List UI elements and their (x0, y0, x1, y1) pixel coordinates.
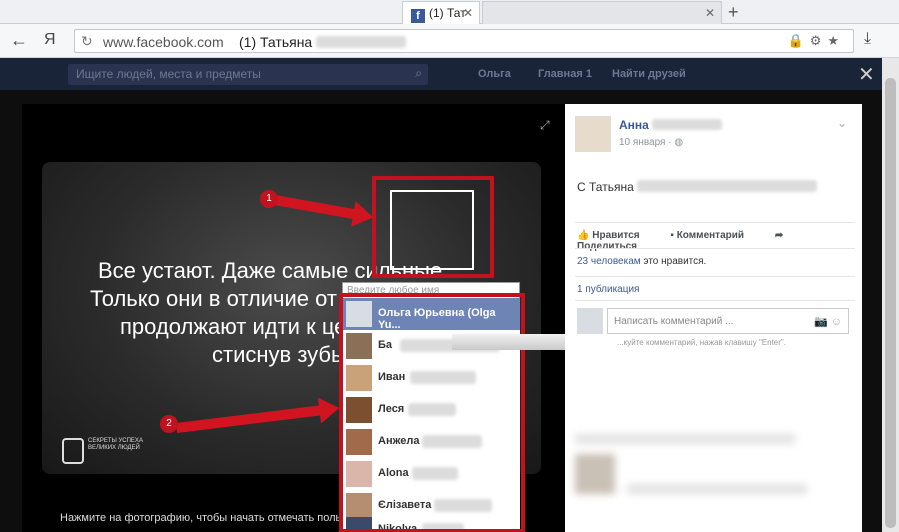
page-scrollbar[interactable] (882, 58, 899, 532)
yandex-button[interactable]: Я (44, 31, 56, 49)
avatar[interactable] (575, 116, 611, 152)
tab-inactive[interactable]: ✕ (482, 1, 722, 24)
site-logo (62, 438, 84, 464)
browser-tabstrip: f (1) Тат ✕ ✕ + (0, 0, 899, 24)
nav-find-friends[interactable]: Найти друзей (612, 68, 686, 80)
chevron-down-icon[interactable]: ⌄ (837, 116, 847, 130)
divider (575, 276, 855, 277)
annotation-badge-2: 2 (160, 415, 178, 433)
expand-icon[interactable]: ⤢ (540, 118, 550, 133)
url-text: www.facebook.com (103, 34, 224, 50)
quote-line: продолжают идти к цели, (120, 314, 377, 339)
comment-hint: ...куйте комментарий, нажав клавишу "Ent… (617, 338, 786, 347)
star-icon: ★ (827, 33, 845, 48)
avatar (346, 301, 372, 327)
tag-box[interactable] (390, 190, 474, 270)
suggestion-item[interactable]: Ольга Юрьевна (Olga Yu... (342, 298, 520, 331)
nav-user[interactable]: Ольга (478, 68, 511, 80)
post-author[interactable]: Анна (619, 118, 723, 132)
post-panel: Анна 10 января · ◍ ⌄ С Татьяна 👍 Нравитс… (565, 104, 862, 532)
nav-home[interactable]: Главная 1 (538, 68, 592, 80)
post-date[interactable]: 10 января · ◍ (619, 137, 683, 148)
scrollbar-thumb[interactable] (885, 78, 896, 528)
quote-line: стиснув зубы. (212, 342, 353, 367)
facebook-icon: f (411, 9, 425, 23)
likes-link[interactable]: 23 человекам (577, 256, 641, 267)
suggestion-item[interactable]: Alona (342, 458, 520, 490)
like-button[interactable]: 👍 Нравится (577, 230, 654, 241)
facebook-search-input[interactable]: Ищите людей, места и предметы ⌕ (68, 64, 428, 85)
post-text: С Татьяна (577, 180, 818, 194)
logo-text: СЕКРЕТЫ УСПЕХА ВЕЛИКИХ ЛЮДЕЙ (88, 438, 143, 451)
address-icons: 🔒⚙★ (788, 33, 846, 49)
lock-icon: 🔒 (787, 33, 810, 48)
suggestion-item[interactable]: Анжела (342, 426, 520, 458)
camera-icon[interactable]: 📷 ☺ (814, 315, 842, 328)
download-icon[interactable]: ⤓ (864, 30, 871, 48)
search-icon[interactable]: ⌕ (415, 66, 422, 81)
tab-close-icon[interactable]: ✕ (463, 6, 473, 20)
browser-toolbar: ← Я ↻ www.facebook.com (1) Татьяна 🔒⚙★ ⤓ (0, 24, 899, 58)
tab-close-icon[interactable]: ✕ (705, 6, 715, 20)
address-bar[interactable]: ↻ www.facebook.com (1) Татьяна 🔒⚙★ (74, 29, 854, 53)
avatar (346, 461, 372, 487)
comment-input[interactable]: Написать комментарий ... 📷 ☺ (607, 308, 849, 334)
suggestion-item[interactable]: Nikolya (342, 514, 520, 532)
annotation-badge-1: 1 (260, 190, 278, 208)
new-tab-button[interactable]: + (728, 2, 739, 23)
tab-facebook[interactable]: f (1) Тат ✕ (402, 1, 480, 24)
page-title: (1) Татьяна (239, 34, 407, 50)
avatar (346, 517, 372, 532)
facebook-header: Ищите людей, места и предметы ⌕ Ольга Гл… (0, 58, 899, 90)
search-placeholder: Ищите людей, места и предметы (76, 67, 261, 81)
close-icon[interactable]: ✕ (858, 62, 875, 87)
divider (575, 222, 855, 223)
back-arrow-icon[interactable]: ← (10, 30, 28, 51)
suggestion-item[interactable]: Иван (342, 362, 520, 394)
avatar (346, 397, 372, 423)
avatar (577, 308, 603, 334)
shares-link[interactable]: 1 публикация (577, 284, 639, 295)
divider (575, 300, 855, 301)
globe-icon: ◍ (674, 137, 684, 148)
avatar (346, 333, 372, 359)
comment-button[interactable]: ▪ Комментарий (670, 230, 758, 241)
blurred-content (575, 424, 855, 524)
tab-label: (1) Тат (429, 6, 466, 20)
avatar (346, 365, 372, 391)
avatar (346, 429, 372, 455)
reload-icon[interactable]: ↻ (81, 33, 93, 50)
suggestion-item[interactable]: Леся (342, 394, 520, 426)
settings-icon: ⚙ (809, 33, 828, 48)
likes-summary: 23 человекам это нравится. (577, 256, 707, 267)
divider (575, 248, 855, 249)
